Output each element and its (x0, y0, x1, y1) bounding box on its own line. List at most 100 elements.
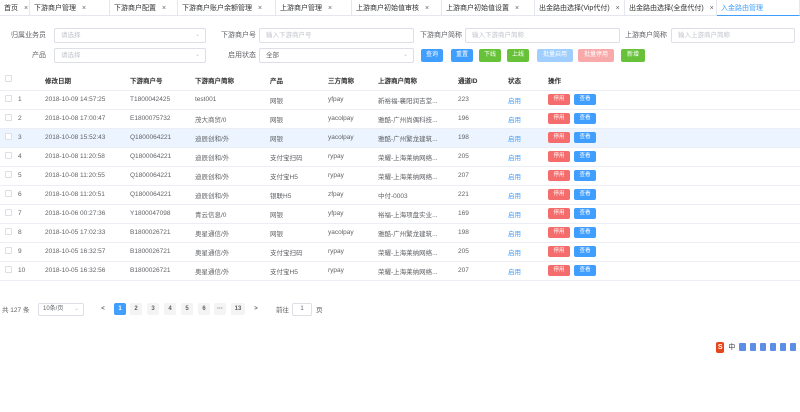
close-icon[interactable]: × (82, 5, 86, 12)
table-row[interactable]: 9 2018-10-05 16:32:57 B1800026721 奥星通信/外 支付宝… (0, 242, 800, 262)
row-checkbox[interactable] (5, 209, 12, 216)
header-date: 修改日期 (45, 70, 130, 91)
row-checkbox[interactable] (5, 266, 12, 273)
row-checkbox[interactable] (5, 171, 12, 178)
agent-select[interactable]: 请选择 ⌄ (54, 28, 206, 43)
view-button[interactable]: 查看 (574, 170, 596, 181)
product-cell: 网银 (270, 128, 328, 148)
view-button[interactable]: 查看 (574, 265, 596, 276)
disable-button[interactable]: 停用 (548, 265, 570, 276)
disable-button[interactable]: 停用 (548, 208, 570, 219)
table-row[interactable]: 10 2018-10-05 16:32:56 B1800026721 奥星通信/外 支付… (0, 261, 800, 281)
enabled-select[interactable]: 全部 ⌄ (259, 48, 414, 63)
page-size-select[interactable]: 10条/页 ⌄ (38, 303, 84, 316)
disable-button[interactable]: 停用 (548, 170, 570, 181)
view-button[interactable]: 查看 (574, 227, 596, 238)
tab-2[interactable]: 下游商户配置 × (110, 0, 178, 16)
disable-button[interactable]: 停用 (548, 132, 570, 143)
view-button[interactable]: 查看 (574, 208, 596, 219)
tab-1[interactable]: 下游商户管理 × (30, 0, 110, 16)
page-button[interactable]: 1 (114, 303, 126, 315)
next-page-button[interactable]: > (250, 303, 262, 315)
disable-button[interactable]: 停用 (548, 246, 570, 257)
disable-button[interactable]: 停用 (548, 189, 570, 200)
tab-label: 上游商户管理 (280, 5, 322, 12)
status-cell: 启用 (508, 261, 548, 281)
row-checkbox[interactable] (5, 133, 12, 140)
view-button[interactable]: 查看 (574, 151, 596, 162)
emoji-icon[interactable] (749, 343, 756, 351)
tab-0[interactable]: 首页 × (0, 0, 30, 16)
up-name-input[interactable]: 输入上游商户简称 (671, 28, 795, 43)
row-checkbox[interactable] (5, 228, 12, 235)
query-button[interactable]: 查询 (421, 49, 443, 62)
close-icon[interactable]: × (710, 5, 714, 12)
table-row[interactable]: 7 2018-10-06 00:27:36 Y1800047098 青云信息/0 网银 y… (0, 204, 800, 224)
close-icon[interactable]: × (425, 5, 429, 12)
table-row[interactable]: 8 2018-10-05 17:02:33 B1800026721 奥星通信/外 网银 y… (0, 223, 800, 243)
close-icon[interactable]: × (24, 5, 28, 12)
view-button[interactable]: 查看 (574, 132, 596, 143)
tab-3[interactable]: 下游商户账户余额管理 × (178, 0, 276, 16)
tab-7[interactable]: 出金路由选择(Vip代付) × (535, 0, 625, 16)
reset-button[interactable]: 重置 (451, 49, 473, 62)
microphone-icon[interactable] (759, 343, 766, 351)
disable-button[interactable]: 停用 (548, 151, 570, 162)
enabled-select-value: 全部 (266, 52, 279, 59)
table-row[interactable]: 1 2018-10-09 14:57:25 T1800042425 test001 网银… (0, 90, 800, 110)
view-button[interactable]: 查看 (574, 246, 596, 257)
punctuation-icon[interactable] (739, 343, 746, 351)
close-icon[interactable]: × (515, 5, 519, 12)
view-button[interactable]: 查看 (574, 189, 596, 200)
product-select[interactable]: 请选择 ⌄ (54, 48, 206, 63)
ime-mode-label[interactable]: 中 (728, 342, 735, 352)
toolbox-icon[interactable] (789, 343, 797, 351)
select-all-checkbox[interactable] (5, 75, 12, 83)
batch-disable-button[interactable]: 批量停用 (578, 49, 614, 62)
tab-5[interactable]: 上游商户初始值审核 × (352, 0, 442, 16)
row-checkbox[interactable] (5, 95, 12, 102)
product-cell: 支付宝H5 (270, 261, 328, 281)
page-button[interactable]: ··· (214, 303, 226, 315)
view-button[interactable]: 查看 (574, 113, 596, 124)
sogou-logo-icon[interactable]: S (716, 341, 725, 353)
close-icon[interactable]: × (258, 5, 262, 12)
close-icon[interactable]: × (328, 5, 332, 12)
keyboard-icon[interactable] (769, 343, 776, 351)
batch-enable-button[interactable]: 批量启用 (537, 49, 573, 62)
table-row[interactable]: 3 2018-10-08 15:52:43 Q1800064221 迪辰创和/外 网银 y… (0, 128, 800, 148)
view-button[interactable]: 查看 (574, 94, 596, 105)
table-row[interactable]: 2 2018-10-08 17:00:47 E1800075732 茂大商贸/0 网银 y… (0, 109, 800, 129)
row-checkbox[interactable] (5, 114, 12, 121)
header-up-name: 上游商户简称 (378, 70, 458, 91)
disable-button[interactable]: 停用 (548, 113, 570, 124)
add-button[interactable]: 新增 (621, 49, 645, 62)
page-button[interactable]: 13 (231, 303, 245, 315)
table-row[interactable]: 4 2018-10-08 11:20:58 Q1800064221 迪辰创和/外 支付宝… (0, 147, 800, 167)
disable-button[interactable]: 停用 (548, 227, 570, 238)
online-button[interactable]: 上线 (507, 49, 529, 62)
row-checkbox[interactable] (5, 247, 12, 254)
disable-button[interactable]: 停用 (548, 94, 570, 105)
row-checkbox[interactable] (5, 190, 12, 197)
page-button[interactable]: 3 (147, 303, 159, 315)
tab-4[interactable]: 上游商户管理 × (276, 0, 352, 16)
page-button[interactable]: 5 (181, 303, 193, 315)
down-no-input[interactable]: 输入下游商户号 (259, 28, 414, 43)
page-button[interactable]: 2 (130, 303, 142, 315)
down-name-input[interactable]: 输入下游商户简称 (465, 28, 620, 43)
close-icon[interactable]: × (616, 5, 620, 12)
table-row[interactable]: 6 2018-10-08 11:20:51 Q1800064221 迪辰创和/外 银联H… (0, 185, 800, 205)
tab-6[interactable]: 上游商户初始值设置 × (442, 0, 535, 16)
page-button[interactable]: 4 (164, 303, 176, 315)
page-button[interactable]: 6 (198, 303, 210, 315)
tab-8[interactable]: 出金路由选择(全盘代付) × (625, 0, 717, 16)
goto-page-input[interactable]: 1 (292, 303, 312, 316)
close-icon[interactable]: × (162, 5, 166, 12)
skin-icon[interactable] (779, 343, 786, 351)
row-checkbox[interactable] (5, 152, 12, 159)
offline-button[interactable]: 下线 (479, 49, 501, 62)
table-row[interactable]: 5 2018-10-08 11:20:55 Q1800064221 迪辰创和/外 支付宝… (0, 166, 800, 186)
tab-9[interactable]: 入金路由管理 (717, 0, 800, 16)
prev-page-button[interactable]: < (97, 303, 109, 315)
